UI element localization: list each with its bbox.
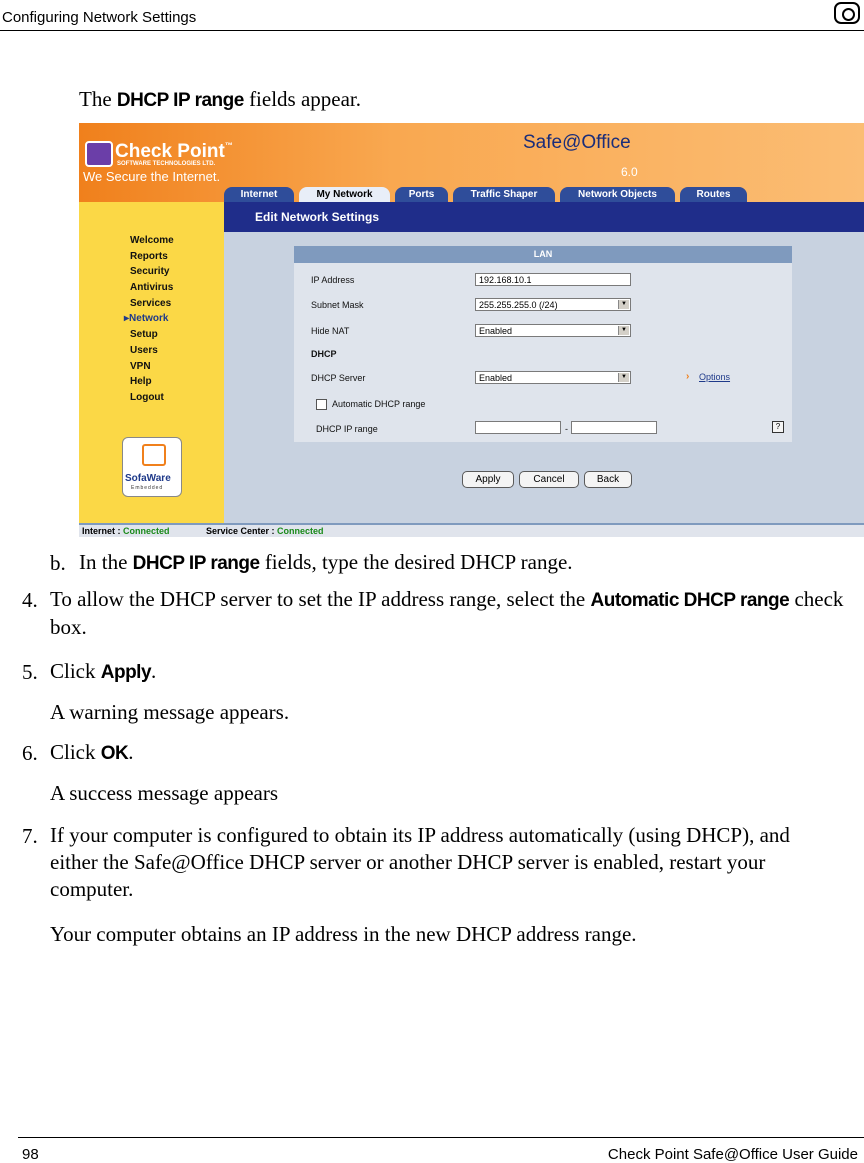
nav-network[interactable]: ▸Network bbox=[124, 313, 168, 324]
tab-internet[interactable]: Internet bbox=[224, 187, 294, 202]
nav-setup[interactable]: Setup bbox=[130, 329, 158, 340]
automatic-dhcp-range-checkbox[interactable] bbox=[316, 399, 327, 410]
ip-address-input[interactable]: 192.168.10.1 bbox=[475, 273, 631, 286]
hide-nat-select[interactable]: Enabled ▼ bbox=[475, 324, 631, 337]
product-version: 6.0 bbox=[621, 165, 638, 179]
sofaware-name: SofaWare bbox=[125, 473, 171, 484]
back-button[interactable]: Back bbox=[584, 471, 632, 488]
step-6-note: A success message appears bbox=[50, 781, 279, 805]
embedded-screenshot: Check Point™ SOFTWARE TECHNOLOGIES LTD. … bbox=[79, 123, 864, 537]
lan-panel: LAN IP Address 192.168.10.1 Subnet Mask … bbox=[294, 246, 792, 442]
step-4-text: To allow the DHCP server to set the IP a… bbox=[50, 587, 844, 639]
step-5-note: A warning message appears. bbox=[50, 700, 290, 724]
step-7-number: 7. bbox=[22, 824, 38, 848]
dhcp-range-start-input[interactable] bbox=[475, 421, 561, 434]
internet-status: Internet : Connected bbox=[82, 526, 170, 536]
tab-traffic-shaper[interactable]: Traffic Shaper bbox=[453, 187, 555, 202]
intro-suffix: fields appear. bbox=[243, 87, 362, 111]
subnet-mask-label: Subnet Mask bbox=[311, 300, 364, 310]
nav-vpn[interactable]: VPN bbox=[130, 361, 151, 372]
hide-nat-label: Hide NAT bbox=[311, 326, 350, 336]
camera-lens-icon bbox=[834, 2, 860, 24]
nav-logout[interactable]: Logout bbox=[130, 392, 164, 403]
step-b-text: In the DHCP IP range fields, type the de… bbox=[79, 550, 573, 574]
nav-services[interactable]: Services bbox=[130, 298, 171, 309]
dhcp-heading: DHCP bbox=[311, 349, 337, 359]
sofaware-logo: SofaWare Embedded bbox=[122, 437, 182, 497]
page-header: Configuring Network Settings bbox=[0, 0, 864, 31]
cancel-button[interactable]: Cancel bbox=[519, 471, 579, 488]
page-heading: Edit Network Settings bbox=[255, 210, 380, 224]
nav-antivirus[interactable]: Antivirus bbox=[130, 282, 173, 293]
dhcp-server-select[interactable]: Enabled ▼ bbox=[475, 371, 631, 384]
step-6-text: Click OK. bbox=[50, 740, 134, 764]
dhcp-range-end-input[interactable] bbox=[571, 421, 657, 434]
intro-prefix: The bbox=[79, 87, 117, 111]
nav-security[interactable]: Security bbox=[130, 266, 169, 277]
lan-section-title: LAN bbox=[294, 246, 792, 263]
dhcp-server-label: DHCP Server bbox=[311, 373, 366, 383]
brand-slogan: We Secure the Internet. bbox=[83, 169, 221, 184]
intro-paragraph: The DHCP IP range fields appear. bbox=[79, 86, 361, 114]
nav-reports[interactable]: Reports bbox=[130, 251, 168, 262]
sofaware-sub: Embedded bbox=[131, 485, 164, 491]
chevron-down-icon: ▼ bbox=[618, 300, 629, 309]
step-7-text: If your computer is configured to obtain… bbox=[50, 823, 790, 901]
arrow-right-icon: › bbox=[686, 371, 690, 382]
step-7-note: Your computer obtains an IP address in t… bbox=[50, 922, 637, 946]
step-6-number: 6. bbox=[22, 741, 38, 765]
nav-help[interactable]: Help bbox=[130, 376, 152, 387]
tab-my-network[interactable]: My Network bbox=[299, 187, 390, 202]
intro-bold: DHCP IP range bbox=[116, 90, 244, 111]
step-4-number: 4. bbox=[22, 588, 38, 612]
ip-address-label: IP Address bbox=[311, 275, 355, 285]
product-name: Safe@Office bbox=[523, 132, 631, 153]
status-bar: Internet : Connected Service Center : Co… bbox=[79, 523, 864, 537]
chevron-down-icon: ▼ bbox=[618, 326, 629, 335]
footer-rule bbox=[18, 1137, 864, 1138]
tab-ports[interactable]: Ports bbox=[395, 187, 448, 202]
step-5-text: Click Apply. bbox=[50, 659, 157, 683]
dhcp-ip-range-label: DHCP IP range bbox=[316, 424, 378, 434]
nav-welcome[interactable]: Welcome bbox=[130, 235, 174, 246]
help-icon[interactable]: ? bbox=[772, 421, 784, 433]
service-center-status: Service Center : Connected bbox=[206, 526, 324, 536]
header-title: Configuring Network Settings bbox=[2, 9, 197, 26]
step-5-number: 5. bbox=[22, 660, 38, 684]
nav-users[interactable]: Users bbox=[130, 345, 158, 356]
sofaware-tv-icon bbox=[142, 444, 166, 466]
apply-button[interactable]: Apply bbox=[462, 471, 514, 488]
guide-title: Check Point Safe@Office User Guide bbox=[607, 1146, 858, 1163]
brand-name: Check Point™ bbox=[115, 141, 233, 162]
brand-sub: SOFTWARE TECHNOLOGIES LTD. bbox=[117, 161, 216, 167]
subnet-mask-select[interactable]: 255.255.255.0 (/24) ▼ bbox=[475, 298, 631, 311]
chevron-down-icon: ▼ bbox=[618, 373, 629, 382]
options-link[interactable]: Options bbox=[699, 372, 730, 382]
tab-network-objects[interactable]: Network Objects bbox=[560, 187, 675, 202]
range-separator: - bbox=[565, 424, 568, 434]
page-number: 98 bbox=[22, 1146, 39, 1163]
automatic-dhcp-range-label: Automatic DHCP range bbox=[332, 399, 426, 409]
check-point-logo-icon bbox=[85, 141, 113, 167]
step-b-number: b. bbox=[50, 551, 66, 575]
tab-routes[interactable]: Routes bbox=[680, 187, 747, 202]
page-heading-bar: Edit Network Settings bbox=[224, 202, 864, 232]
